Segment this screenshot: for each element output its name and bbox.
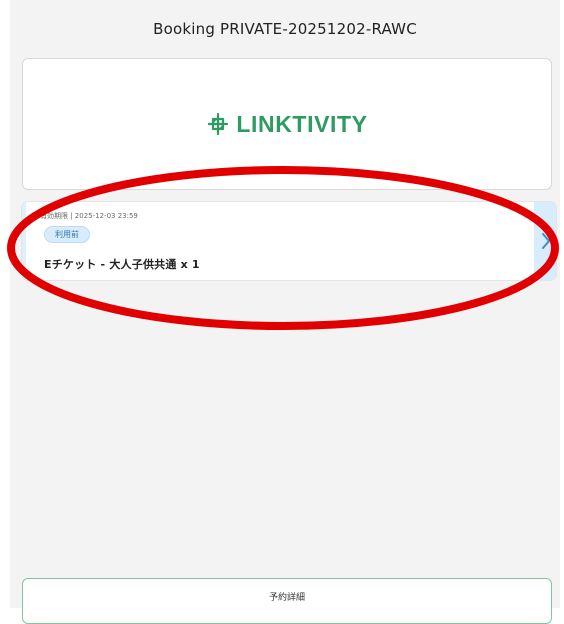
booking-details-label: 予約詳細 bbox=[268, 593, 305, 603]
status-badge: 利用前 bbox=[44, 226, 90, 243]
ticket-next-strip[interactable] bbox=[534, 202, 556, 280]
page-title: Booking PRIVATE-20251202-RAWC bbox=[153, 20, 417, 38]
chevron-right-icon[interactable] bbox=[541, 232, 551, 250]
ticket-card[interactable]: 有効期限 | 2025-12-03 23:59 利用前 Eチケット - 大人子供… bbox=[22, 202, 556, 280]
brand-logo: LINKTIVITY bbox=[23, 59, 551, 189]
brand-name: LINKTIVITY bbox=[236, 110, 368, 137]
booking-details-button[interactable]: 予約詳細 bbox=[22, 578, 552, 624]
brand-logo-card: LINKTIVITY bbox=[22, 58, 552, 190]
ticket-accent bbox=[22, 202, 26, 280]
ticket-title: Eチケット - 大人子供共通 x 1 bbox=[44, 258, 200, 271]
booking-screen: Booking PRIVATE-20251202-RAWC LINKTIVITY… bbox=[10, 0, 560, 624]
ticket-meta: 有効期限 | 2025-12-03 23:59 bbox=[40, 212, 138, 220]
link-knot-icon bbox=[208, 112, 229, 136]
